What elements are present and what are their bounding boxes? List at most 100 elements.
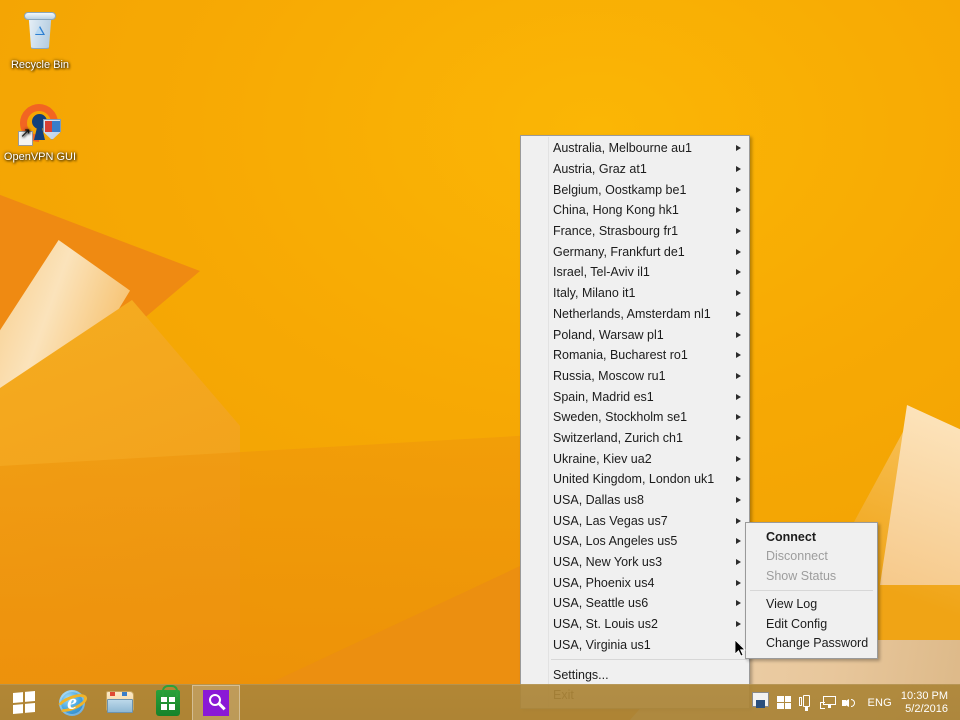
desktop-icon-openvpn-gui[interactable]: OpenVPN GUI [2, 96, 78, 163]
magnifier-icon [203, 689, 229, 716]
submenu-item-label: Edit Config [766, 616, 828, 631]
submenu-arrow-icon [736, 434, 741, 441]
language-indicator[interactable]: ENG [861, 697, 900, 709]
menu-item-server[interactable]: Italy, Milano it1 [521, 283, 749, 304]
menu-item-label: Australia, Melbourne au1 [553, 141, 692, 156]
openvpn-tray-context-menu[interactable]: Australia, Melbourne au1 Austria, Graz at… [520, 135, 750, 709]
submenu-list: Connect Disconnect Show Status View Log Edit… [746, 527, 877, 653]
menu-item-server[interactable]: Australia, Melbourne au1 [521, 138, 749, 159]
action-center-flag-icon[interactable] [773, 685, 795, 720]
menu-item-server[interactable]: USA, St. Louis us2 [521, 614, 749, 635]
submenu-arrow-icon [736, 331, 741, 338]
submenu-arrow-icon [736, 290, 741, 297]
submenu-arrow-icon [736, 186, 741, 193]
menu-item-server[interactable]: USA, Virginia us1 [521, 635, 749, 656]
recycle-bin-icon [16, 8, 64, 56]
file-explorer-button[interactable] [96, 685, 144, 720]
submenu-item-disconnect: Disconnect [746, 547, 877, 567]
submenu-item-label: Connect [766, 529, 816, 544]
submenu-arrow-icon [736, 310, 741, 317]
desktop-icon-recycle-bin[interactable]: Recycle Bin [2, 8, 78, 71]
menu-item-server[interactable]: United Kingdom, London uk1 [521, 469, 749, 490]
hidden-tray-icon[interactable] [751, 685, 773, 720]
menu-item-label: USA, Las Vegas us7 [553, 513, 668, 528]
menu-item-label: Spain, Madrid es1 [553, 389, 654, 404]
menu-item-server[interactable]: Austria, Graz at1 [521, 159, 749, 180]
submenu-arrow-icon [736, 641, 741, 648]
menu-item-server[interactable]: China, Hong Kong hk1 [521, 200, 749, 221]
submenu-item-show-status: Show Status [746, 566, 877, 586]
menu-item-label: Ukraine, Kiev ua2 [553, 451, 652, 466]
menu-item-server[interactable]: USA, Seattle us6 [521, 593, 749, 614]
submenu-arrow-icon [736, 207, 741, 214]
start-button[interactable] [0, 685, 48, 720]
volume-speaker-icon[interactable] [839, 685, 861, 720]
desktop-icon-label: Recycle Bin [10, 59, 70, 71]
submenu-item-edit-config[interactable]: Edit Config [746, 614, 877, 634]
menu-item-label: USA, Los Angeles us5 [553, 534, 678, 549]
submenu-arrow-icon [736, 166, 741, 173]
menu-item-server[interactable]: France, Strasbourg fr1 [521, 221, 749, 242]
menu-item-server[interactable]: Russia, Moscow ru1 [521, 366, 749, 387]
submenu-item-label: Change Password [766, 636, 869, 651]
menu-separator [551, 659, 747, 661]
menu-item-server[interactable]: Israel, Tel-Aviv il1 [521, 262, 749, 283]
menu-item-label: Germany, Frankfurt de1 [553, 244, 685, 259]
menu-item-server[interactable]: Germany, Frankfurt de1 [521, 241, 749, 262]
submenu-item-label: Show Status [766, 568, 837, 583]
desktop-icon-label: OpenVPN GUI [3, 151, 77, 163]
submenu-arrow-icon [736, 352, 741, 359]
submenu-arrow-icon [736, 579, 741, 586]
system-tray: ENG 10:30 PM 5/2/2016 [751, 685, 960, 720]
windows-logo-icon [13, 691, 35, 714]
menu-item-server[interactable]: USA, Phoenix us4 [521, 572, 749, 593]
submenu-arrow-icon [736, 600, 741, 607]
submenu-item-label: View Log [766, 597, 818, 612]
server-list: Australia, Melbourne au1 Austria, Graz at… [521, 138, 749, 655]
menu-item-server[interactable]: USA, Las Vegas us7 [521, 510, 749, 531]
submenu-arrow-icon [736, 455, 741, 462]
menu-item-server[interactable]: Sweden, Stockholm se1 [521, 407, 749, 428]
network-monitor-icon[interactable] [817, 685, 839, 720]
submenu-arrow-icon [736, 248, 741, 255]
menu-item-server[interactable]: USA, Los Angeles us5 [521, 531, 749, 552]
menu-item-label: Belgium, Oostkamp be1 [553, 182, 687, 197]
menu-item-label: Romania, Bucharest ro1 [553, 348, 688, 363]
submenu-arrow-icon [736, 145, 741, 152]
menu-item-server[interactable]: Ukraine, Kiev ua2 [521, 448, 749, 469]
menu-item-label: Italy, Milano it1 [553, 286, 636, 301]
menu-item-label: USA, New York us3 [553, 555, 663, 570]
menu-item-server[interactable]: USA, New York us3 [521, 552, 749, 573]
menu-item-label: United Kingdom, London uk1 [553, 472, 715, 487]
menu-item-server[interactable]: Netherlands, Amsterdam nl1 [521, 304, 749, 325]
clock[interactable]: 10:30 PM 5/2/2016 [901, 690, 954, 716]
menu-item-server[interactable]: Poland, Warsaw pl1 [521, 324, 749, 345]
submenu-arrow-icon [736, 497, 741, 504]
clock-time: 10:30 PM [900, 689, 948, 702]
menu-item-server[interactable]: Belgium, Oostkamp be1 [521, 179, 749, 200]
submenu-item-connect[interactable]: Connect [746, 527, 877, 547]
menu-item-server[interactable]: USA, Dallas us8 [521, 490, 749, 511]
openvpn-server-submenu[interactable]: Connect Disconnect Show Status View Log Edit… [745, 522, 878, 659]
submenu-item-view-log[interactable]: View Log [746, 595, 877, 615]
menu-item-server[interactable]: Spain, Madrid es1 [521, 386, 749, 407]
submenu-item-change-password[interactable]: Change Password [746, 634, 877, 654]
clock-date: 5/2/2016 [905, 702, 948, 715]
folder-icon [106, 691, 134, 714]
submenu-arrow-icon [736, 228, 741, 235]
search-button[interactable] [192, 684, 240, 720]
menu-item-label: USA, Dallas us8 [553, 493, 645, 508]
menu-item-label: USA, Seattle us6 [553, 596, 649, 611]
shortcut-arrow-icon [18, 128, 33, 146]
menu-item-settings[interactable]: Settings... [521, 664, 749, 685]
menu-item-server[interactable]: Switzerland, Zurich ch1 [521, 428, 749, 449]
submenu-arrow-icon [736, 559, 741, 566]
submenu-arrow-icon [736, 372, 741, 379]
menu-item-server[interactable]: Romania, Bucharest ro1 [521, 345, 749, 366]
internet-explorer-button[interactable] [48, 685, 96, 720]
store-button[interactable] [144, 684, 192, 720]
taskbar[interactable]: ENG 10:30 PM 5/2/2016 [0, 684, 960, 720]
menu-item-label: USA, Phoenix us4 [553, 575, 655, 590]
safely-remove-usb-icon[interactable] [795, 685, 817, 720]
menu-item-label: Sweden, Stockholm se1 [553, 410, 688, 425]
